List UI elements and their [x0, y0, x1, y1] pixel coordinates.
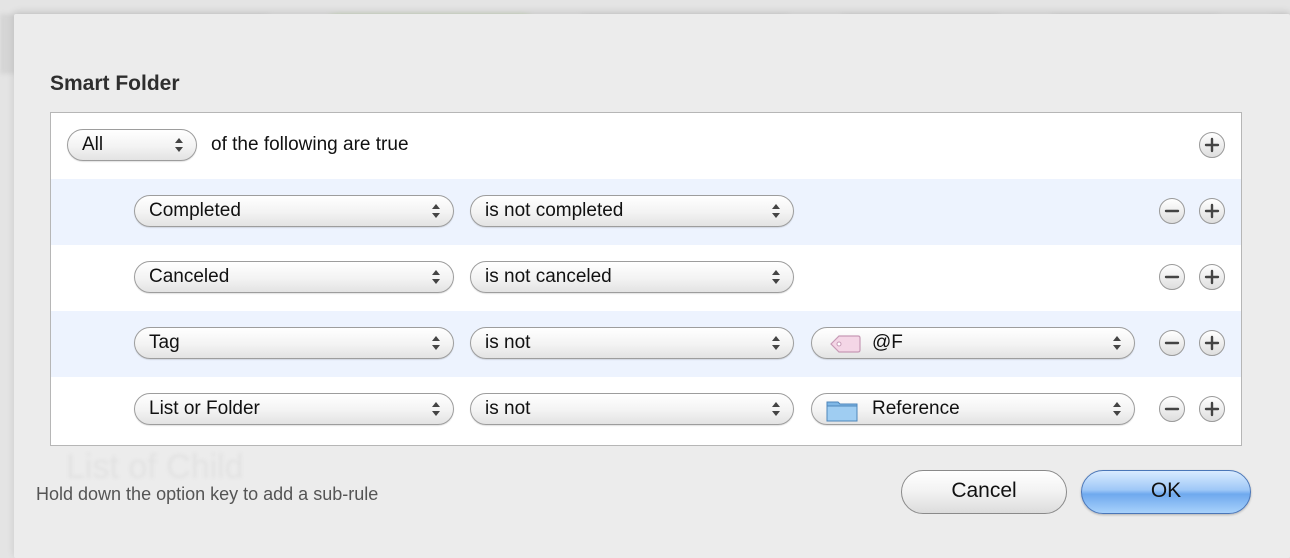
rule-row-tag: Tag is not @F	[51, 311, 1241, 377]
rule-operator-value: is not completed	[485, 200, 624, 221]
rule-row-list-or-folder: List or Folder is not Reference	[51, 377, 1241, 443]
up-down-arrows-icon	[432, 270, 440, 284]
remove-rule-button[interactable]	[1159, 330, 1185, 356]
add-rule-button[interactable]	[1199, 132, 1225, 158]
rule-field-value: Tag	[149, 332, 180, 353]
up-down-arrows-icon	[175, 138, 183, 152]
folder-icon	[826, 401, 858, 422]
rule-row-canceled: Canceled is not canceled	[51, 245, 1241, 311]
up-down-arrows-icon	[772, 336, 780, 350]
rule-field-select[interactable]: Completed	[134, 195, 454, 227]
rule-value-select[interactable]: @F	[811, 327, 1135, 359]
cancel-button[interactable]: Cancel	[901, 470, 1067, 514]
background-ghost: List of Child	[66, 448, 244, 486]
rule-operator-select[interactable]: is not	[470, 327, 794, 359]
up-down-arrows-icon	[1113, 336, 1121, 350]
rule-row-completed: Completed is not completed	[51, 179, 1241, 245]
rule-operator-select[interactable]: is not completed	[470, 195, 794, 227]
plus-icon	[1204, 401, 1220, 417]
rule-operator-select[interactable]: is not	[470, 393, 794, 425]
tag-icon	[830, 335, 861, 353]
rule-operator-value: is not canceled	[485, 266, 612, 287]
rule-field-select[interactable]: Canceled	[134, 261, 454, 293]
up-down-arrows-icon	[1113, 402, 1121, 416]
rule-field-select[interactable]: Tag	[134, 327, 454, 359]
plus-icon	[1204, 335, 1220, 351]
match-description: of the following are true	[211, 134, 409, 155]
ok-button[interactable]: OK	[1081, 470, 1251, 514]
remove-rule-button[interactable]	[1159, 198, 1185, 224]
minus-icon	[1164, 407, 1180, 411]
sub-rule-hint: Hold down the option key to add a sub-ru…	[36, 484, 379, 504]
remove-rule-button[interactable]	[1159, 264, 1185, 290]
add-rule-button[interactable]	[1199, 330, 1225, 356]
up-down-arrows-icon	[432, 204, 440, 218]
rules-list: All of the following are true Completed …	[50, 112, 1242, 446]
up-down-arrows-icon	[432, 402, 440, 416]
rule-operator-value: is not	[485, 398, 531, 419]
minus-icon	[1164, 209, 1180, 213]
minus-icon	[1164, 275, 1180, 279]
add-rule-button[interactable]	[1199, 396, 1225, 422]
rule-value-text: @F	[872, 332, 903, 353]
match-selector[interactable]: All	[67, 129, 197, 161]
plus-icon	[1204, 137, 1220, 153]
remove-rule-button[interactable]	[1159, 396, 1185, 422]
match-selector-value: All	[82, 134, 104, 155]
minus-icon	[1164, 341, 1180, 345]
dialog-title: Smart Folder	[50, 72, 180, 95]
up-down-arrows-icon	[772, 204, 780, 218]
plus-icon	[1204, 203, 1220, 219]
up-down-arrows-icon	[772, 402, 780, 416]
rule-value-select[interactable]: Reference	[811, 393, 1135, 425]
rule-field-value: Canceled	[149, 266, 230, 287]
rule-operator-value: is not	[485, 332, 531, 353]
rule-field-value: Completed	[149, 200, 241, 221]
plus-icon	[1204, 269, 1220, 285]
up-down-arrows-icon	[432, 336, 440, 350]
add-rule-button[interactable]	[1199, 198, 1225, 224]
rule-field-select[interactable]: List or Folder	[134, 393, 454, 425]
rule-operator-select[interactable]: is not canceled	[470, 261, 794, 293]
rule-field-value: List or Folder	[149, 398, 260, 419]
up-down-arrows-icon	[772, 270, 780, 284]
match-row: All of the following are true	[51, 113, 1241, 179]
rule-value-text: Reference	[872, 398, 960, 419]
add-rule-button[interactable]	[1199, 264, 1225, 290]
